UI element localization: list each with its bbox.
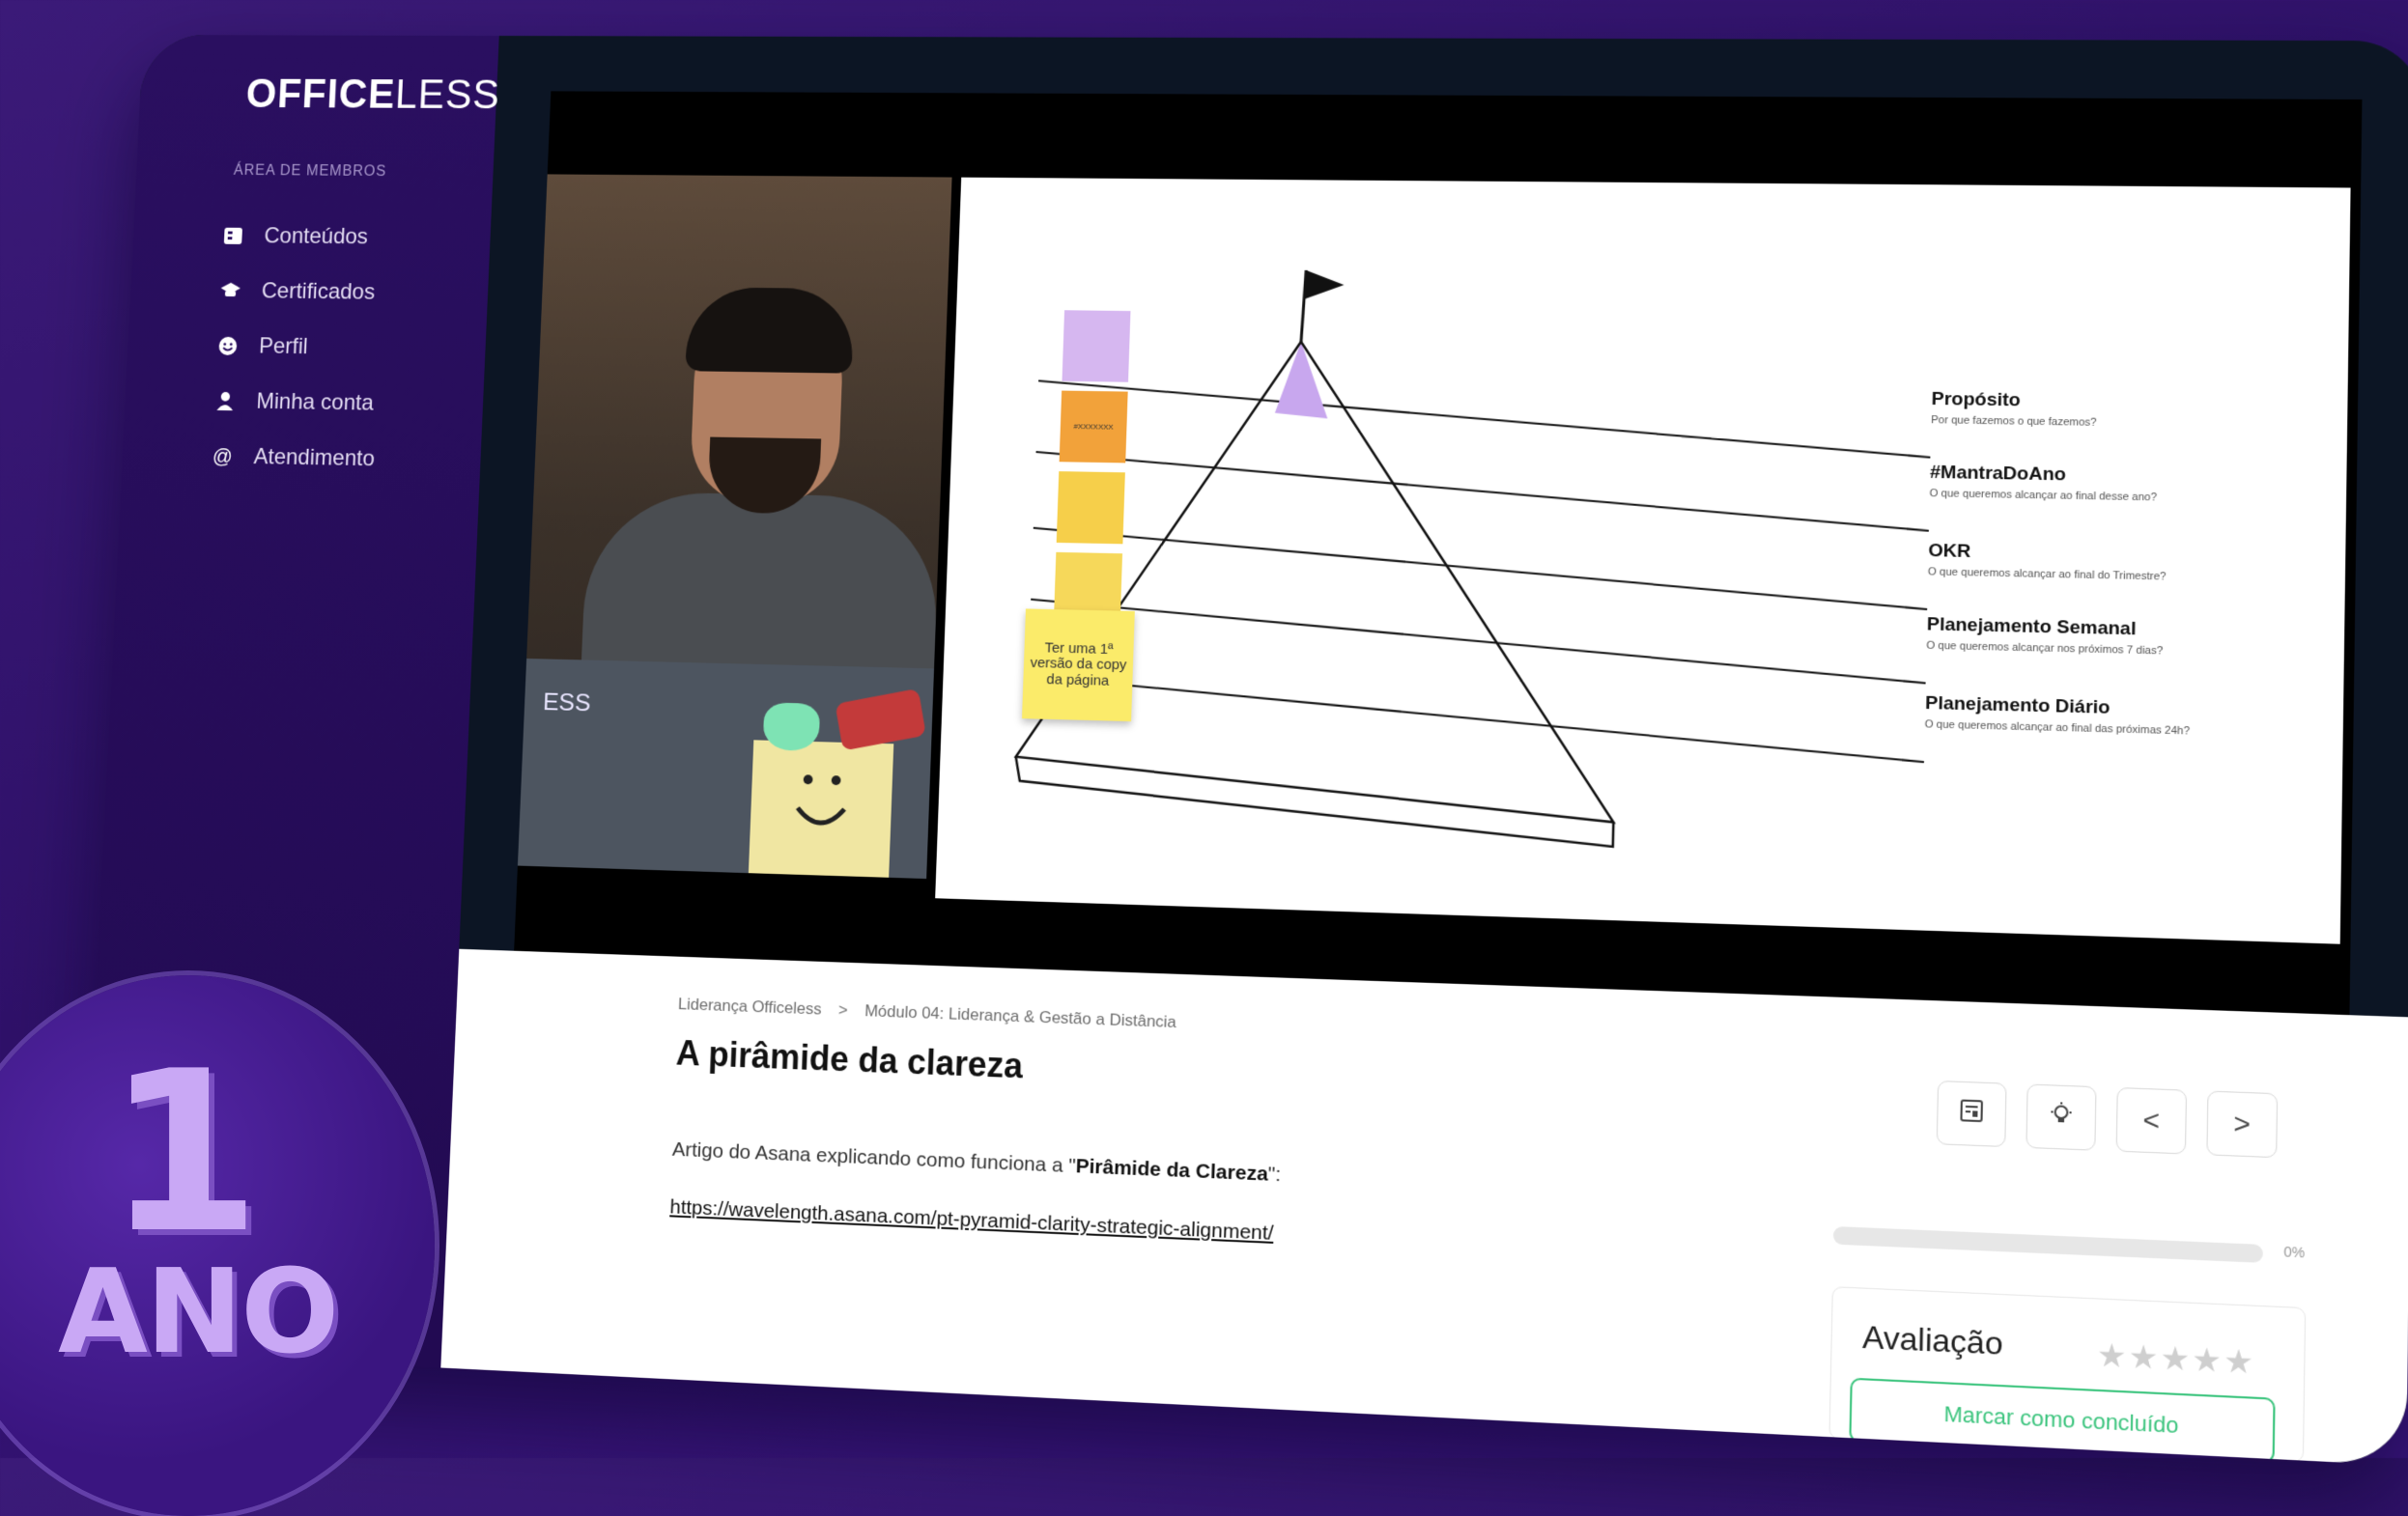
postit-purple	[1062, 310, 1130, 381]
sidebar-item-conteudos[interactable]: Conteúdos	[220, 209, 385, 266]
row-title-diario: Planejamento Diário	[1925, 693, 2111, 719]
sidebar-item-atendimento[interactable]: @ Atendimento	[210, 429, 376, 487]
app-logo[interactable]: OFFICELESS	[245, 71, 501, 119]
sidebar-item-label: Certificados	[261, 278, 376, 305]
progress-bar	[1833, 1226, 2263, 1263]
description-suffix: ":	[1267, 1163, 1281, 1186]
sidebar-item-label: Conteúdos	[264, 223, 369, 250]
star-icon[interactable]: ★	[2192, 1341, 2224, 1379]
rating-stars[interactable]: ★★★★★	[2097, 1335, 2256, 1382]
postit-orange: #XXXXXXX	[1060, 391, 1128, 463]
members-area-label: ÁREA DE MEMBROS	[233, 163, 386, 181]
sidebar-item-label: Atendimento	[253, 444, 375, 472]
breadcrumb: Liderança Officeless > Módulo 04: Lideranç…	[678, 995, 1177, 1032]
star-icon[interactable]: ★	[2097, 1336, 2129, 1374]
lesson-toolbar: < >	[1937, 1081, 2278, 1158]
sidebar-item-perfil[interactable]: Perfil	[215, 319, 382, 377]
sidebar-item-label: Minha conta	[256, 389, 374, 417]
pyramid-drawing	[935, 178, 2350, 944]
rating-label: Avaliação	[1862, 1319, 2003, 1362]
article-link[interactable]: https://wavelength.asana.com/pt-pyramid-…	[669, 1195, 1274, 1246]
postit-yellow-1	[1057, 471, 1125, 544]
logo-light: LESS	[394, 72, 501, 118]
video-player[interactable]: ESS	[514, 91, 2362, 1015]
badge-number: 1	[106, 1043, 261, 1265]
row-title-proposito: Propósito	[1931, 389, 2021, 412]
star-icon[interactable]: ★	[2128, 1338, 2160, 1376]
chevron-left-icon: <	[2142, 1105, 2160, 1137]
sidebar-item-certificados[interactable]: Certificados	[217, 264, 383, 321]
progress-percent: 0%	[2283, 1244, 2305, 1261]
logo-bold: OFFICE	[245, 71, 397, 117]
breadcrumb-course[interactable]: Liderança Officeless	[678, 995, 822, 1018]
at-icon: @	[211, 444, 235, 468]
smile-sticker	[749, 740, 893, 877]
star-icon[interactable]: ★	[2160, 1339, 2192, 1377]
chevron-right-icon: >	[2233, 1108, 2251, 1140]
lesson-content: Liderança Officeless > Módulo 04: Lideranç…	[440, 949, 2408, 1466]
lightbulb-button[interactable]	[2026, 1083, 2096, 1150]
webcam-feed: ESS	[518, 174, 952, 879]
row-title-mantra: #MantraDoAno	[1930, 463, 2066, 487]
graduation-cap-icon	[218, 279, 242, 303]
breadcrumb-module[interactable]: Módulo 04: Liderança & Gestão a Distânci…	[864, 1001, 1176, 1031]
cam-logo-text: ESS	[543, 688, 592, 718]
materials-icon	[1958, 1097, 1985, 1131]
row-title-okr: OKR	[1928, 541, 1970, 563]
description-bold: Pirâmide da Clareza	[1075, 1155, 1268, 1186]
materials-button[interactable]	[1937, 1081, 2007, 1147]
page-title: A pirâmide da clareza	[675, 1033, 1024, 1087]
postit-big: Ter uma 1ª versão da copy da página	[1022, 608, 1135, 721]
sidebar-item-label: Perfil	[259, 333, 309, 359]
user-icon	[213, 389, 238, 413]
next-button[interactable]: >	[2206, 1090, 2278, 1158]
sidebar-item-minha-conta[interactable]: Minha conta	[212, 374, 379, 432]
presenter-hair	[685, 287, 855, 373]
badge-word: ANO	[58, 1255, 337, 1371]
prev-button[interactable]: <	[2116, 1087, 2187, 1155]
sidebar-nav: Conteúdos Certificados Perfil	[210, 209, 385, 488]
lightbulb-icon	[2048, 1100, 2075, 1134]
smile-icon	[215, 334, 240, 358]
pyramid-slide: Propósito Por que fazemos o que fazemos?…	[935, 178, 2350, 944]
description-prefix: Artigo do Asana explicando como funciona…	[672, 1138, 1077, 1177]
breadcrumb-separator: >	[838, 1000, 848, 1019]
lesson-description: Artigo do Asana explicando como funciona…	[671, 1138, 1281, 1187]
book-icon	[221, 224, 245, 248]
star-icon[interactable]: ★	[2224, 1342, 2256, 1380]
